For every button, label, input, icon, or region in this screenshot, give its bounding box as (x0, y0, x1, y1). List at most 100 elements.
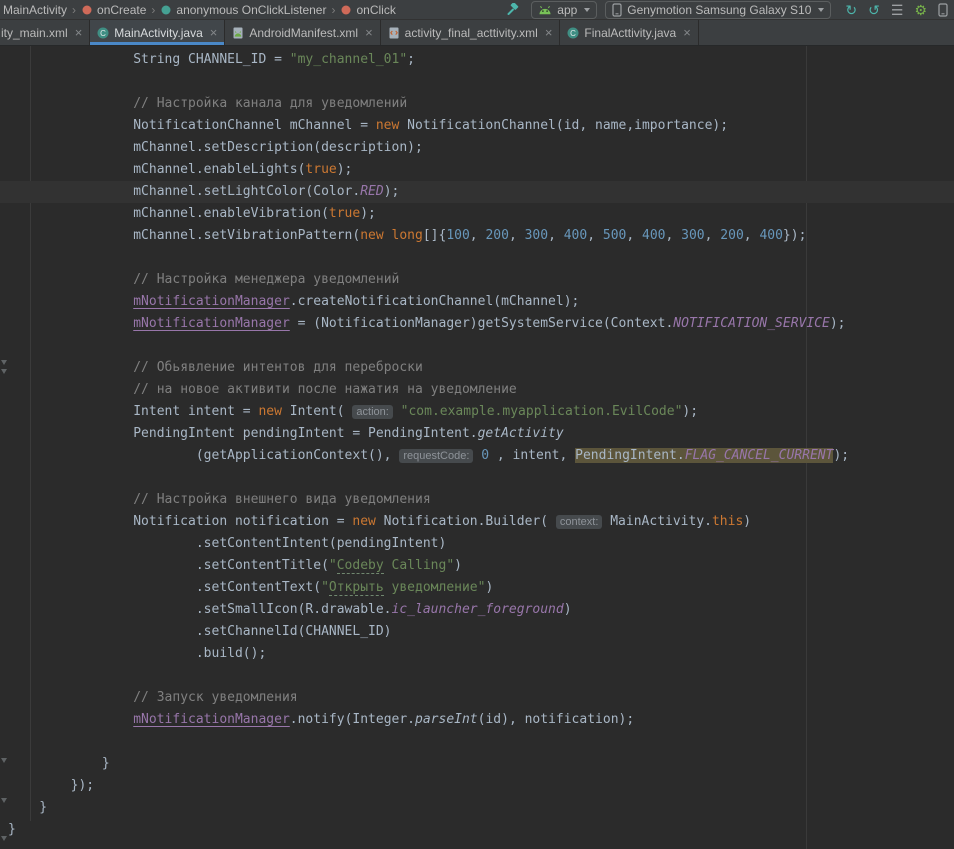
run-configuration-select[interactable]: app (531, 1, 597, 19)
code-line[interactable] (0, 467, 954, 489)
code-token: Notification notification = (8, 514, 352, 529)
tab-MainActivity.java[interactable]: CMainActivity.java× (90, 20, 225, 45)
code-token: .notify(Integer. (290, 712, 415, 727)
breadcrumb-item[interactable]: anonymous OnClickListener (160, 3, 326, 17)
device-select[interactable]: Genymotion Samsung Galaxy S10 (605, 1, 831, 19)
code-line[interactable]: (getApplicationContext(), requestCode: 0… (0, 445, 954, 467)
code-line-caret[interactable]: mChannel.setLightColor(Color.RED); (0, 181, 954, 203)
apply-changes-icon[interactable]: ↻ (845, 3, 857, 17)
code-line[interactable]: PendingIntent pendingIntent = PendingInt… (0, 423, 954, 445)
code-token: new (376, 118, 399, 133)
code-token: getActivity (478, 426, 564, 441)
code-token: // Настройка менеджера уведомлений (133, 272, 399, 287)
code-token (8, 690, 133, 705)
code-line[interactable]: mNotificationManager.createNotificationC… (0, 291, 954, 313)
code-line[interactable]: // на новое активити после нажатия на ув… (0, 379, 954, 401)
class-file-icon: C (97, 27, 109, 39)
code-line[interactable]: }); (0, 775, 954, 797)
code-line[interactable]: mNotificationManager = (NotificationMana… (0, 313, 954, 335)
code-line[interactable]: // Настройка внешнего вида уведомления (0, 489, 954, 511)
code-token: Intent intent = (8, 404, 258, 419)
build-variants-menu-icon[interactable]: ☰ (891, 3, 904, 17)
code-line[interactable] (0, 71, 954, 93)
close-icon[interactable]: × (365, 27, 373, 39)
code-line[interactable]: .setContentTitle("Codeby Calling") (0, 555, 954, 577)
code-token: , (548, 228, 564, 243)
code-token: Calling" (384, 558, 454, 573)
tab-AndroidManifest.xml[interactable]: AndroidManifest.xml× (225, 20, 380, 45)
code-line[interactable] (0, 335, 954, 357)
tab-FinalActtivity.java[interactable]: CFinalActtivity.java× (560, 20, 698, 45)
code-token: true (329, 206, 360, 221)
code-token (8, 382, 133, 397)
code-line[interactable]: // Запуск уведомления (0, 687, 954, 709)
code-editor[interactable]: String CHANNEL_ID = "my_channel_01"; // … (0, 46, 954, 849)
code-line[interactable] (0, 665, 954, 687)
code-token: 400 (564, 228, 587, 243)
close-icon[interactable]: × (210, 27, 218, 39)
code-token: mNotificationManager (133, 294, 290, 309)
code-line[interactable]: .setSmallIcon(R.drawable.ic_launcher_for… (0, 599, 954, 621)
code-line[interactable]: String CHANNEL_ID = "my_channel_01"; (0, 49, 954, 71)
code-token (8, 712, 133, 727)
code-token: .createNotificationChannel(mChannel); (290, 294, 580, 309)
breadcrumb-item[interactable]: MainActivity (3, 3, 67, 17)
code-token: ) (454, 558, 462, 573)
breadcrumb-label: onCreate (97, 3, 146, 17)
sdk-manager-icon[interactable]: ⚙ (914, 3, 927, 17)
code-token (8, 294, 133, 309)
close-icon[interactable]: × (545, 27, 553, 39)
code-token: 400 (642, 228, 665, 243)
manifest-file-icon (232, 27, 244, 39)
breadcrumb-item[interactable]: onCreate (81, 3, 146, 17)
tab-activity_final_acttivity.xml[interactable]: activity_final_acttivity.xml× (381, 20, 561, 45)
code-line[interactable]: mChannel.enableLights(true); (0, 159, 954, 181)
code-token: .setContentTitle( (8, 558, 329, 573)
apply-code-changes-icon[interactable]: ↺ (868, 3, 880, 17)
code-line[interactable]: mChannel.setDescription(description); (0, 137, 954, 159)
code-line[interactable] (0, 247, 954, 269)
code-line[interactable]: } (0, 797, 954, 819)
code-line[interactable]: Intent intent = new Intent( action: "com… (0, 401, 954, 423)
code-line[interactable]: mChannel.enableVibration(true); (0, 203, 954, 225)
code-line[interactable]: .setContentIntent(pendingIntent) (0, 533, 954, 555)
code-token: NOTIFICATION_SERVICE (673, 316, 830, 331)
code-line[interactable]: // Обьявление интентов для переброски (0, 357, 954, 379)
build-hammer-icon[interactable] (503, 1, 523, 19)
code-token: } (8, 800, 47, 815)
code-line[interactable]: .setChannelId(CHANNEL_ID) (0, 621, 954, 643)
code-line[interactable]: mNotificationManager.notify(Integer.pars… (0, 709, 954, 731)
code-line[interactable]: // Настройка канала для уведомлений (0, 93, 954, 115)
code-token: new (352, 514, 375, 529)
breadcrumb-item[interactable]: onClick (340, 3, 395, 17)
code-token: 200 (485, 228, 508, 243)
code-token: // Обьявление интентов для переброски (133, 360, 423, 375)
code-token: action: (352, 405, 392, 419)
code-token: mChannel.setLightColor(Color. (8, 184, 360, 199)
code-line[interactable] (0, 731, 954, 753)
code-line[interactable]: .setContentText("Открыть уведомление") (0, 577, 954, 599)
code-line[interactable]: Notification notification = new Notifica… (0, 511, 954, 533)
code-line[interactable]: } (0, 753, 954, 775)
code-token (393, 404, 401, 419)
code-token: mChannel.setVibrationPattern( (8, 228, 360, 243)
code-token: "my_channel_01" (290, 52, 407, 67)
code-token: Intent( (282, 404, 352, 419)
code-token: mChannel.setDescription(description); (8, 140, 423, 155)
code-token: parseInt (415, 712, 478, 727)
code-line[interactable]: .build(); (0, 643, 954, 665)
device-manager-icon[interactable] (938, 3, 948, 17)
code-line[interactable]: } (0, 819, 954, 841)
tab-ity_main.xml[interactable]: ity_main.xml× (0, 20, 90, 45)
class-file-icon: C (567, 27, 579, 39)
code-line[interactable]: mChannel.setVibrationPattern(new long[]{… (0, 225, 954, 247)
code-token: context: (556, 515, 603, 529)
code-line[interactable]: NotificationChannel mChannel = new Notif… (0, 115, 954, 137)
close-icon[interactable]: × (75, 27, 83, 39)
code-area[interactable]: String CHANNEL_ID = "my_channel_01"; // … (0, 46, 954, 841)
code-token: ) (485, 580, 493, 595)
code-token: mChannel.enableVibration( (8, 206, 329, 221)
close-icon[interactable]: × (683, 27, 691, 39)
svg-text:C: C (100, 28, 106, 37)
code-line[interactable]: // Настройка менеджера уведомлений (0, 269, 954, 291)
